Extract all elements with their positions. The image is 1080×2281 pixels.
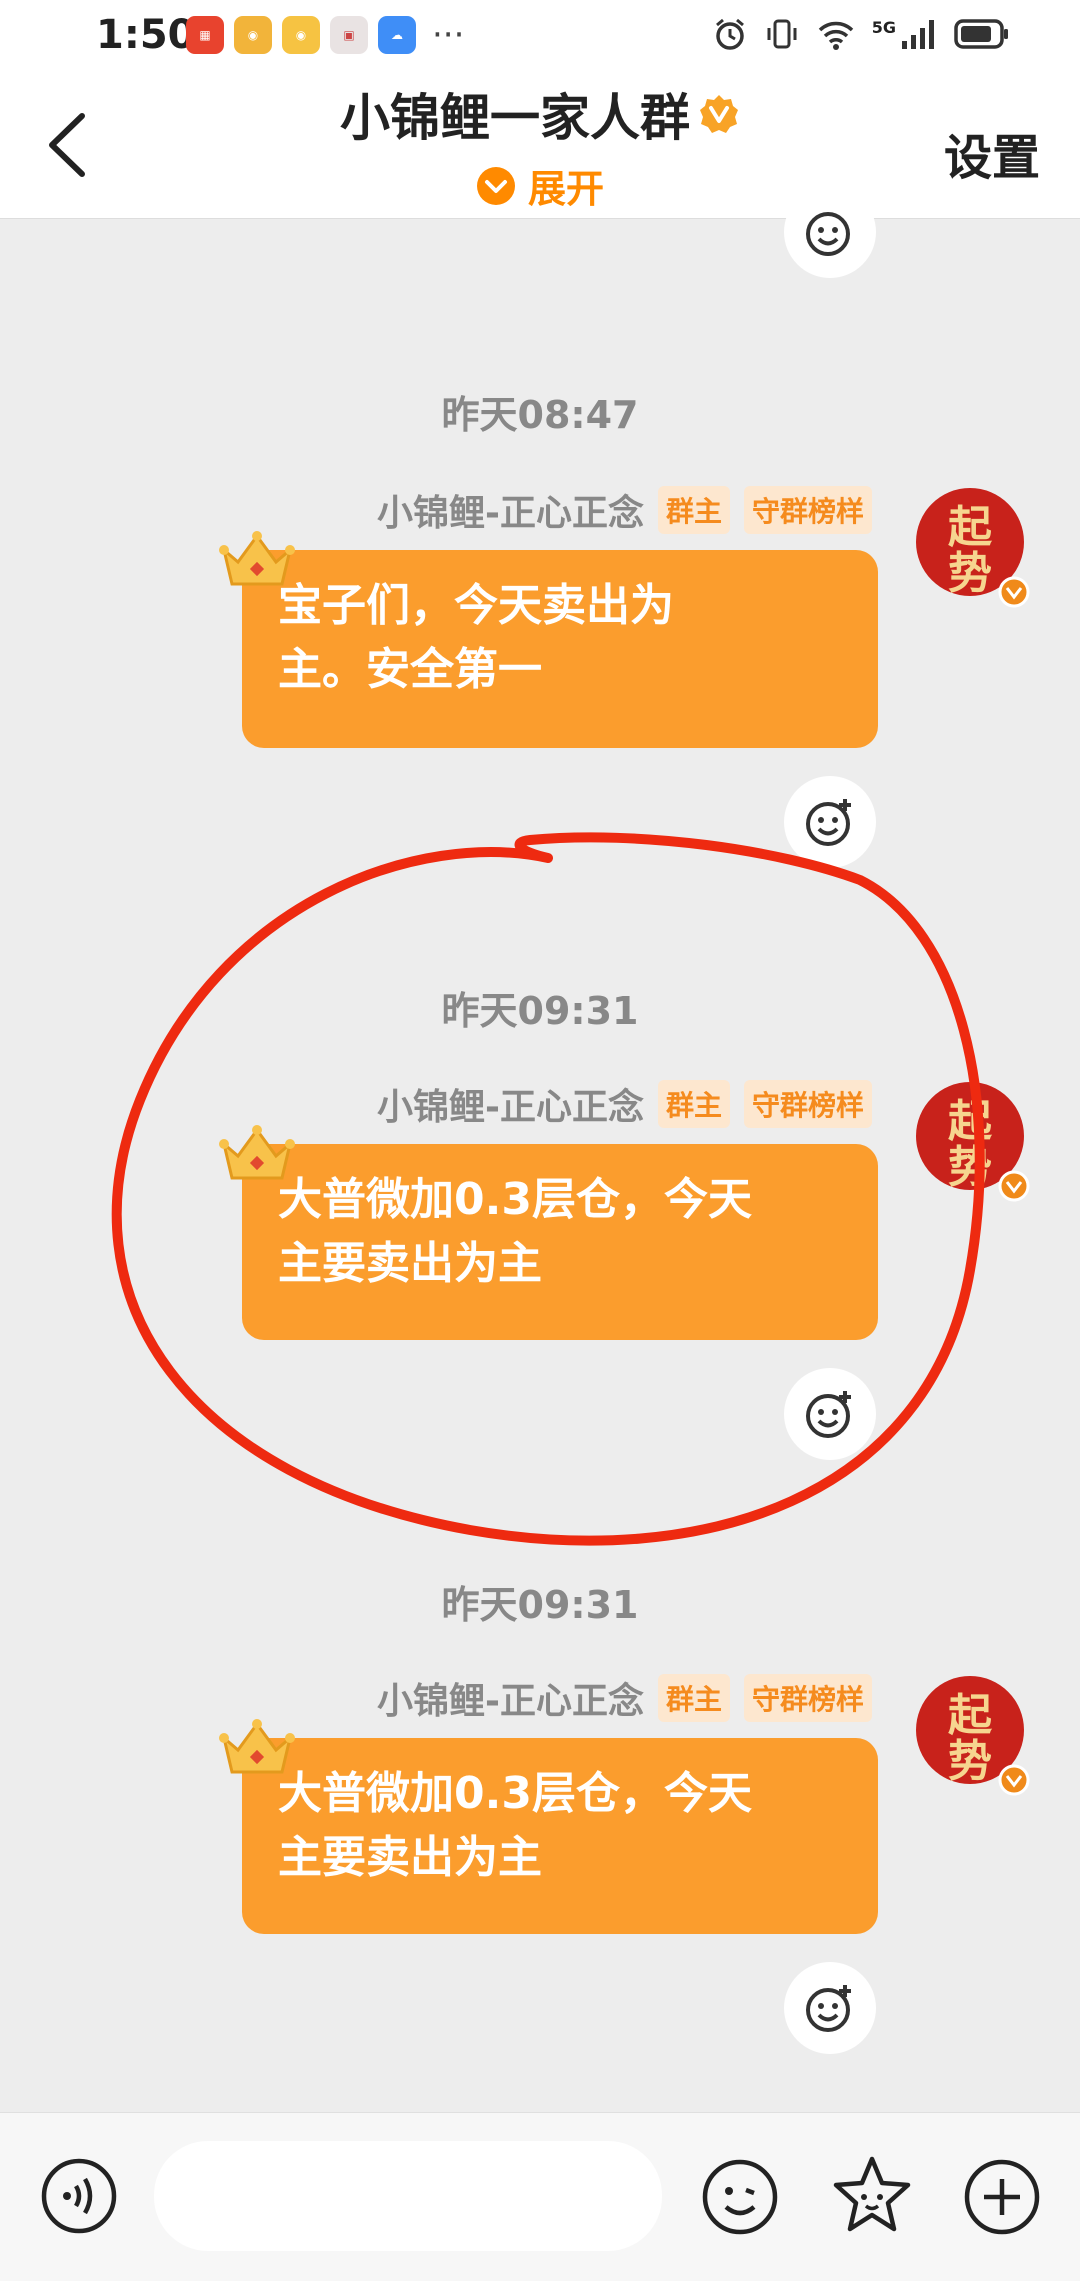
message-bubble[interactable]: 大普微加0.3层仓，今天 主要卖出为主	[242, 1144, 878, 1340]
weibo-icon: ◉	[234, 16, 272, 54]
sender-name[interactable]: 小锦鲤-正心正念	[377, 1672, 644, 1724]
notification-icons: ▦ ◉ ◉ ▣ ☁ ···	[186, 16, 464, 54]
crown-icon	[219, 1719, 295, 1774]
svg-text:起: 起	[948, 1690, 993, 1741]
box-app-icon: ▣	[330, 16, 368, 54]
voice-icon[interactable]	[40, 2157, 118, 2235]
battery-icon	[954, 19, 1008, 49]
svg-text:起: 起	[948, 1096, 993, 1147]
emoji-icon[interactable]	[700, 2157, 780, 2237]
svg-text:势: 势	[948, 1142, 992, 1193]
crown-icon	[219, 1125, 295, 1180]
owner-tag: 群主	[657, 1674, 730, 1722]
emoji-add-icon	[806, 1985, 851, 2032]
signal-icon	[902, 20, 934, 49]
honor-tag: 守群榜样	[743, 1674, 872, 1722]
reaction-button[interactable]	[784, 186, 876, 278]
emoji-add-icon	[806, 799, 851, 846]
more-plus-icon[interactable]	[962, 2157, 1042, 2237]
message-line: 大普微加0.3层仓，今天	[278, 1768, 752, 1819]
message-bubble[interactable]: 大普微加0.3层仓，今天 主要卖出为主	[242, 1738, 878, 1934]
chevron-down-icon	[476, 166, 515, 205]
avatar-text: 起	[948, 502, 993, 553]
svg-text:势: 势	[948, 1736, 992, 1787]
sender-row: 小锦鲤-正心正念 群主 守群榜样	[377, 1672, 872, 1724]
status-time: 1:50	[96, 12, 196, 58]
more-notifications-icon: ···	[432, 15, 465, 55]
weibo-lite-icon: ◉	[282, 16, 320, 54]
huawei-store-icon: ▦	[186, 16, 224, 54]
emoji-add-icon	[806, 1391, 851, 1438]
status-bar: 1:50 ▦ ◉ ◉ ▣ ☁ ··· 5G	[0, 0, 1080, 72]
cloud-icon: ☁	[378, 16, 416, 54]
sender-name[interactable]: 小锦鲤-正心正念	[377, 1078, 644, 1130]
message-line: 大普微加0.3层仓，今天	[278, 1174, 752, 1225]
message-input[interactable]	[154, 2141, 662, 2251]
message-line: 主要卖出为主	[278, 1832, 542, 1883]
wifi-icon	[818, 21, 853, 50]
message-timestamp: 昨天09:31	[441, 1583, 639, 1627]
message-timestamp: 昨天08:47	[441, 393, 639, 437]
reaction-button[interactable]	[784, 776, 876, 868]
message-line: 主。安全第一	[278, 644, 542, 695]
alarm-icon	[715, 18, 744, 50]
settings-button[interactable]: 设置	[944, 118, 1040, 188]
emoji-add-icon	[806, 212, 850, 256]
system-icons: 5G	[712, 16, 1010, 52]
expand-toggle[interactable]: 展开	[0, 158, 1080, 213]
expand-label: 展开	[527, 167, 604, 211]
sender-row: 小锦鲤-正心正念 群主 守群榜样	[377, 1078, 872, 1130]
honor-tag: 守群榜样	[743, 1080, 872, 1128]
vibrate-icon	[767, 19, 797, 49]
network-type: 5G	[871, 17, 896, 37]
group-title: 小锦鲤一家人群	[0, 78, 1080, 150]
reaction-button[interactable]	[784, 1368, 876, 1460]
sender-row: 小锦鲤-正心正念 群主 守群榜样	[377, 484, 872, 536]
avatar[interactable]: 起势	[914, 484, 1032, 608]
chat-header: 小锦鲤一家人群 展开 设置	[0, 72, 1080, 219]
favorite-sticker-icon[interactable]	[830, 2153, 914, 2237]
reaction-button[interactable]	[784, 1962, 876, 2054]
message-timestamp: 昨天09:31	[441, 989, 639, 1033]
svg-text:势: 势	[948, 548, 992, 599]
avatar[interactable]: 起势	[914, 1672, 1032, 1796]
input-bar	[0, 2112, 1080, 2281]
verified-badge-icon	[700, 95, 738, 133]
avatar[interactable]: 起势	[914, 1078, 1032, 1202]
owner-tag: 群主	[657, 1080, 730, 1128]
crown-icon	[219, 531, 295, 586]
message-bubble[interactable]: 宝子们，今天卖出为 主。安全第一	[242, 550, 878, 748]
honor-tag: 守群榜样	[743, 486, 872, 534]
owner-tag: 群主	[657, 486, 730, 534]
group-name: 小锦鲤一家人群	[340, 89, 690, 147]
sender-name[interactable]: 小锦鲤-正心正念	[377, 484, 644, 536]
message-line: 宝子们，今天卖出为	[278, 580, 674, 631]
message-line: 主要卖出为主	[278, 1238, 542, 1289]
